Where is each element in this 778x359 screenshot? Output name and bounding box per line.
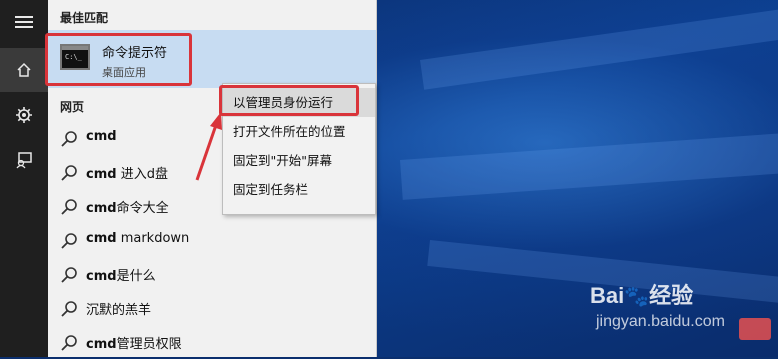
start-menu-rail xyxy=(0,0,48,357)
home-icon[interactable] xyxy=(0,48,48,92)
best-match-heading: 最佳匹配 xyxy=(60,11,109,25)
search-icon xyxy=(61,267,77,283)
search-icon xyxy=(61,335,77,351)
feedback-icon[interactable] xyxy=(0,138,48,182)
web-result-item[interactable]: 沉默的羔羊 xyxy=(48,291,376,325)
search-icon xyxy=(61,233,77,249)
baidu-watermark: Bai🐾经验 xyxy=(590,283,694,308)
search-icon xyxy=(61,131,77,147)
web-heading: 网页 xyxy=(60,100,85,114)
web-result-item[interactable]: cmd markdown xyxy=(48,223,376,257)
search-icon xyxy=(61,301,77,317)
annotation-box-command-prompt xyxy=(45,33,192,86)
menu-item-open-file-location[interactable]: 打开文件所在的位置 xyxy=(223,117,375,146)
web-result-item[interactable]: cmd管理员权限 xyxy=(48,325,376,359)
hamburger-menu-icon[interactable] xyxy=(0,0,48,44)
annotation-box-run-as-admin xyxy=(219,85,359,116)
search-icon xyxy=(61,199,77,215)
gear-icon[interactable] xyxy=(0,93,48,137)
search-icon xyxy=(61,165,77,181)
watermark-badge xyxy=(739,318,771,340)
menu-item-pin-to-taskbar[interactable]: 固定到任务栏 xyxy=(223,175,375,204)
watermark-url: jingyan.baidu.com xyxy=(596,313,725,330)
web-result-item[interactable]: cmd是什么 xyxy=(48,257,376,291)
menu-item-pin-to-start[interactable]: 固定到"开始"屏幕 xyxy=(223,146,375,175)
